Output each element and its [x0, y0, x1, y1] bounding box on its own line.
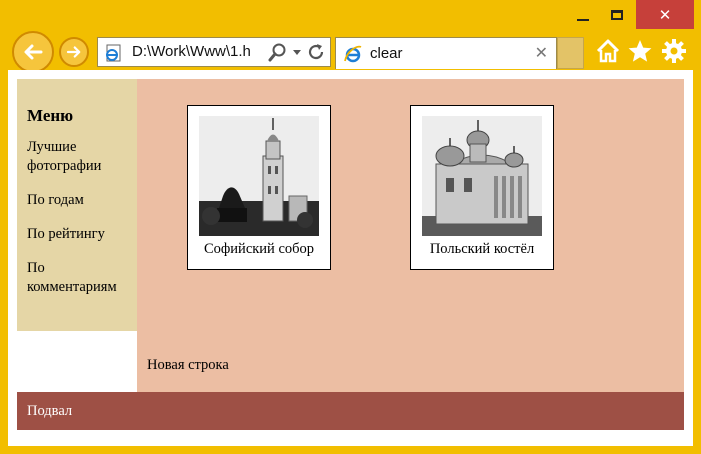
back-button[interactable]: [12, 31, 54, 73]
home-button[interactable]: [593, 36, 623, 66]
back-arrow-icon: [24, 44, 43, 60]
maximize-button[interactable]: [602, 0, 632, 29]
main-content: Софийский собор Польский костёл Новая ст…: [137, 79, 684, 392]
address-bar[interactable]: D:\Work\Www\1.h: [97, 37, 331, 67]
maximize-icon: [611, 9, 623, 20]
tab-title: clear: [370, 45, 403, 62]
close-button[interactable]: ✕: [636, 0, 694, 29]
photo-card-polish-church[interactable]: Польский костёл: [410, 105, 554, 270]
refresh-icon[interactable]: [306, 42, 326, 62]
footer-text: Подвал: [27, 403, 73, 419]
chevron-down-icon[interactable]: [292, 42, 302, 62]
minimize-button[interactable]: [568, 0, 598, 29]
gear-icon: [662, 39, 686, 63]
sidebar-item-best-photos[interactable]: Лучшие фотографии: [27, 138, 127, 176]
sofia-cathedral-photo: [199, 116, 319, 236]
polish-church-photo: [422, 116, 542, 236]
menu-heading: Меню: [27, 106, 74, 125]
new-tab-button[interactable]: [557, 37, 584, 69]
star-icon: [628, 40, 652, 62]
tab-clear[interactable]: clear ✕: [335, 37, 557, 69]
photo-card-sofia[interactable]: Софийский собор: [187, 105, 331, 270]
favorites-button[interactable]: [625, 36, 655, 66]
tab-close-icon[interactable]: ✕: [535, 43, 548, 62]
browser-window: ✕ D:\Work\Www\1.h clear ✕ Меню Лучшие фо…: [0, 0, 701, 454]
sidebar-item-by-rating[interactable]: По рейтингу: [27, 225, 127, 244]
home-icon: [596, 39, 620, 63]
settings-button[interactable]: [659, 36, 689, 66]
new-line-text: Новая строка: [147, 357, 229, 373]
forward-arrow-icon: [66, 46, 81, 58]
address-url[interactable]: D:\Work\Www\1.h: [132, 43, 251, 60]
minimize-icon: [577, 18, 589, 21]
photo-caption: Софийский собор: [203, 241, 315, 257]
ie-logo-icon: [344, 45, 362, 63]
footer: Подвал: [17, 392, 684, 430]
sidebar-item-by-comments[interactable]: По комментариям: [27, 259, 127, 297]
sidebar-menu: Меню Лучшие фотографии По годам По рейти…: [17, 79, 137, 331]
page-viewport: Меню Лучшие фотографии По годам По рейти…: [8, 70, 693, 446]
sidebar-item-by-year[interactable]: По годам: [27, 191, 127, 210]
photo-caption: Польский костёл: [429, 241, 535, 257]
forward-button[interactable]: [59, 37, 89, 67]
page-file-icon: [106, 44, 121, 62]
search-icon[interactable]: [268, 42, 288, 62]
close-icon: ✕: [658, 5, 672, 24]
